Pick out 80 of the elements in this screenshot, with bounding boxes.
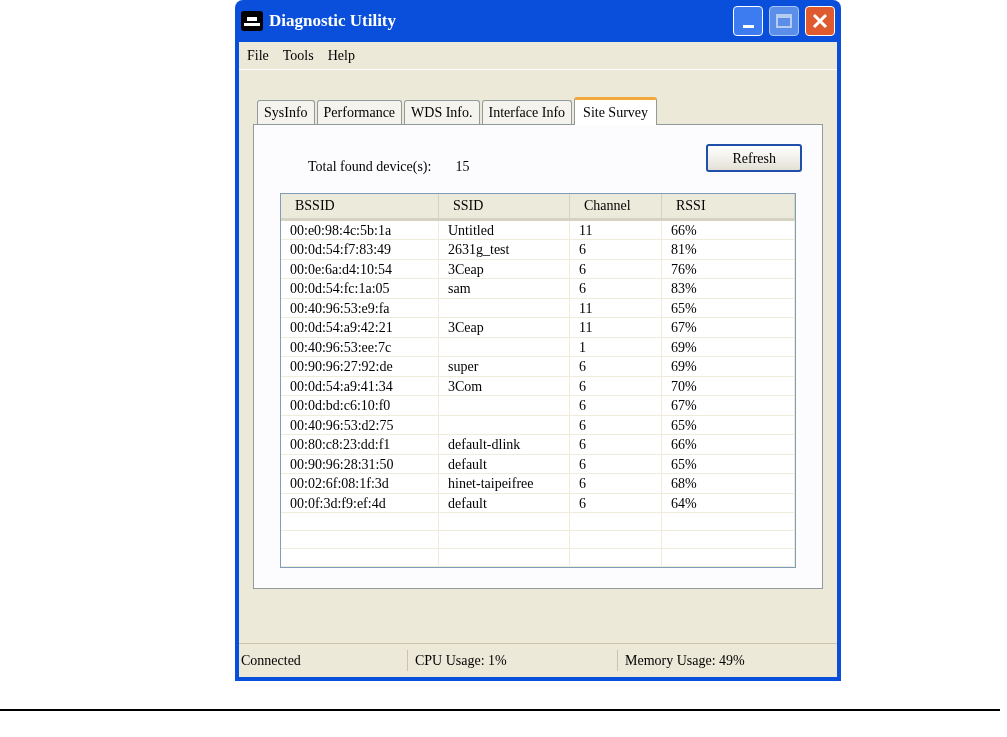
column-header[interactable]: RSSI <box>662 194 795 218</box>
table-cell: default <box>448 456 487 472</box>
table-cell: 11 <box>579 222 593 238</box>
table-cell: default-dlink <box>448 437 521 453</box>
table-cell: 70% <box>671 378 697 394</box>
table-cell: 2631g_test <box>448 242 510 258</box>
status-text: Connected <box>240 652 302 670</box>
app-logo-icon <box>241 11 263 31</box>
table-cell: 00:90:96:28:31:50 <box>290 456 394 472</box>
table-cell: 00:0d:54:a9:42:21 <box>290 320 393 336</box>
table-cell: 6 <box>579 281 586 297</box>
table-cell: 69% <box>671 339 697 355</box>
table-cell: 3Ceap <box>448 320 484 336</box>
table-cell: 6 <box>579 456 586 472</box>
table-cell: 76% <box>671 261 697 277</box>
table-cell: 68% <box>671 476 697 492</box>
status-text: CPU Usage: 1% <box>407 650 617 671</box>
menu-item[interactable]: Tools <box>282 45 314 66</box>
table-cell: 00:0d:54:f7:83:49 <box>290 242 392 258</box>
table-cell: 11 <box>579 320 593 336</box>
table-cell: 66% <box>671 222 697 238</box>
table-cell: hinet-taipeifree <box>448 476 534 492</box>
table-cell: 00:0d:bd:c6:10:f0 <box>290 398 391 414</box>
table-cell: 00:0e:6a:d4:10:54 <box>290 261 392 277</box>
tab[interactable]: Site Survey <box>574 97 658 125</box>
table-cell: sam <box>448 281 471 297</box>
table-cell: 66% <box>671 437 697 453</box>
table-cell: 00:0d:54:fc:1a:05 <box>290 281 390 297</box>
table-cell: 6 <box>579 437 586 453</box>
table-cell: 00:02:6f:08:1f:3d <box>290 476 389 492</box>
table-cell: 67% <box>671 398 697 414</box>
table-cell: Untitled <box>448 222 494 238</box>
table-cell: 6 <box>579 495 586 511</box>
table-cell: 65% <box>671 417 697 433</box>
column-header[interactable]: SSID <box>439 194 570 218</box>
tab[interactable]: SysInfo <box>257 100 315 124</box>
table-cell: 3Com <box>448 378 483 394</box>
table-cell: super <box>448 359 479 375</box>
table-cell: 00:80:c8:23:dd:f1 <box>290 437 391 453</box>
status-text: Memory Usage: 49% <box>617 650 837 671</box>
table-cell: 69% <box>671 359 697 375</box>
table-cell: 00:e0:98:4c:5b:1a <box>290 222 392 238</box>
table-cell: 6 <box>579 359 586 375</box>
menu-item[interactable]: File <box>247 45 269 66</box>
table-cell: 00:40:96:53:ee:7c <box>290 339 392 355</box>
table-cell: 3Ceap <box>448 261 484 277</box>
column-header[interactable]: Channel <box>570 194 662 218</box>
table-cell: 67% <box>671 320 697 336</box>
table-cell: 6 <box>579 398 586 414</box>
table-cell: 00:0f:3d:f9:ef:4d <box>290 495 386 511</box>
tab[interactable]: WDS Info. <box>404 100 480 124</box>
refresh-button[interactable]: Refresh <box>706 144 802 172</box>
table-cell: 6 <box>579 261 586 277</box>
total-found-label: Total found device(s): <box>308 157 432 176</box>
table-cell: 6 <box>579 242 586 258</box>
table-cell: 65% <box>671 300 697 316</box>
table-cell: 65% <box>671 456 697 472</box>
minimize-button[interactable] <box>733 6 763 36</box>
column-header[interactable]: BSSID <box>281 194 439 218</box>
maximize-button[interactable] <box>769 6 799 36</box>
menu-item[interactable]: Help <box>327 45 355 66</box>
table-cell: 81% <box>671 242 697 258</box>
table-cell: 00:0d:54:a9:41:34 <box>290 378 393 394</box>
table-cell: 83% <box>671 281 697 297</box>
table-cell: 1 <box>579 339 586 355</box>
table-cell: 00:90:96:27:92:de <box>290 359 393 375</box>
table-cell: 6 <box>579 476 586 492</box>
table-cell: 11 <box>579 300 593 316</box>
table-cell: 6 <box>579 417 586 433</box>
close-button[interactable] <box>805 6 835 36</box>
table-cell: default <box>448 495 487 511</box>
window-title: Diagnostic Utility <box>269 10 398 33</box>
table-cell: 00:40:96:53:e9:fa <box>290 300 390 316</box>
close-icon <box>812 13 828 29</box>
table-cell: 64% <box>671 495 697 511</box>
total-found-count: 15 <box>455 157 470 176</box>
tab[interactable]: Interface Info <box>481 100 573 124</box>
tab[interactable]: Performance <box>316 100 403 124</box>
table-cell: 00:40:96:53:d2:75 <box>290 417 394 433</box>
table-cell: 6 <box>579 378 586 394</box>
